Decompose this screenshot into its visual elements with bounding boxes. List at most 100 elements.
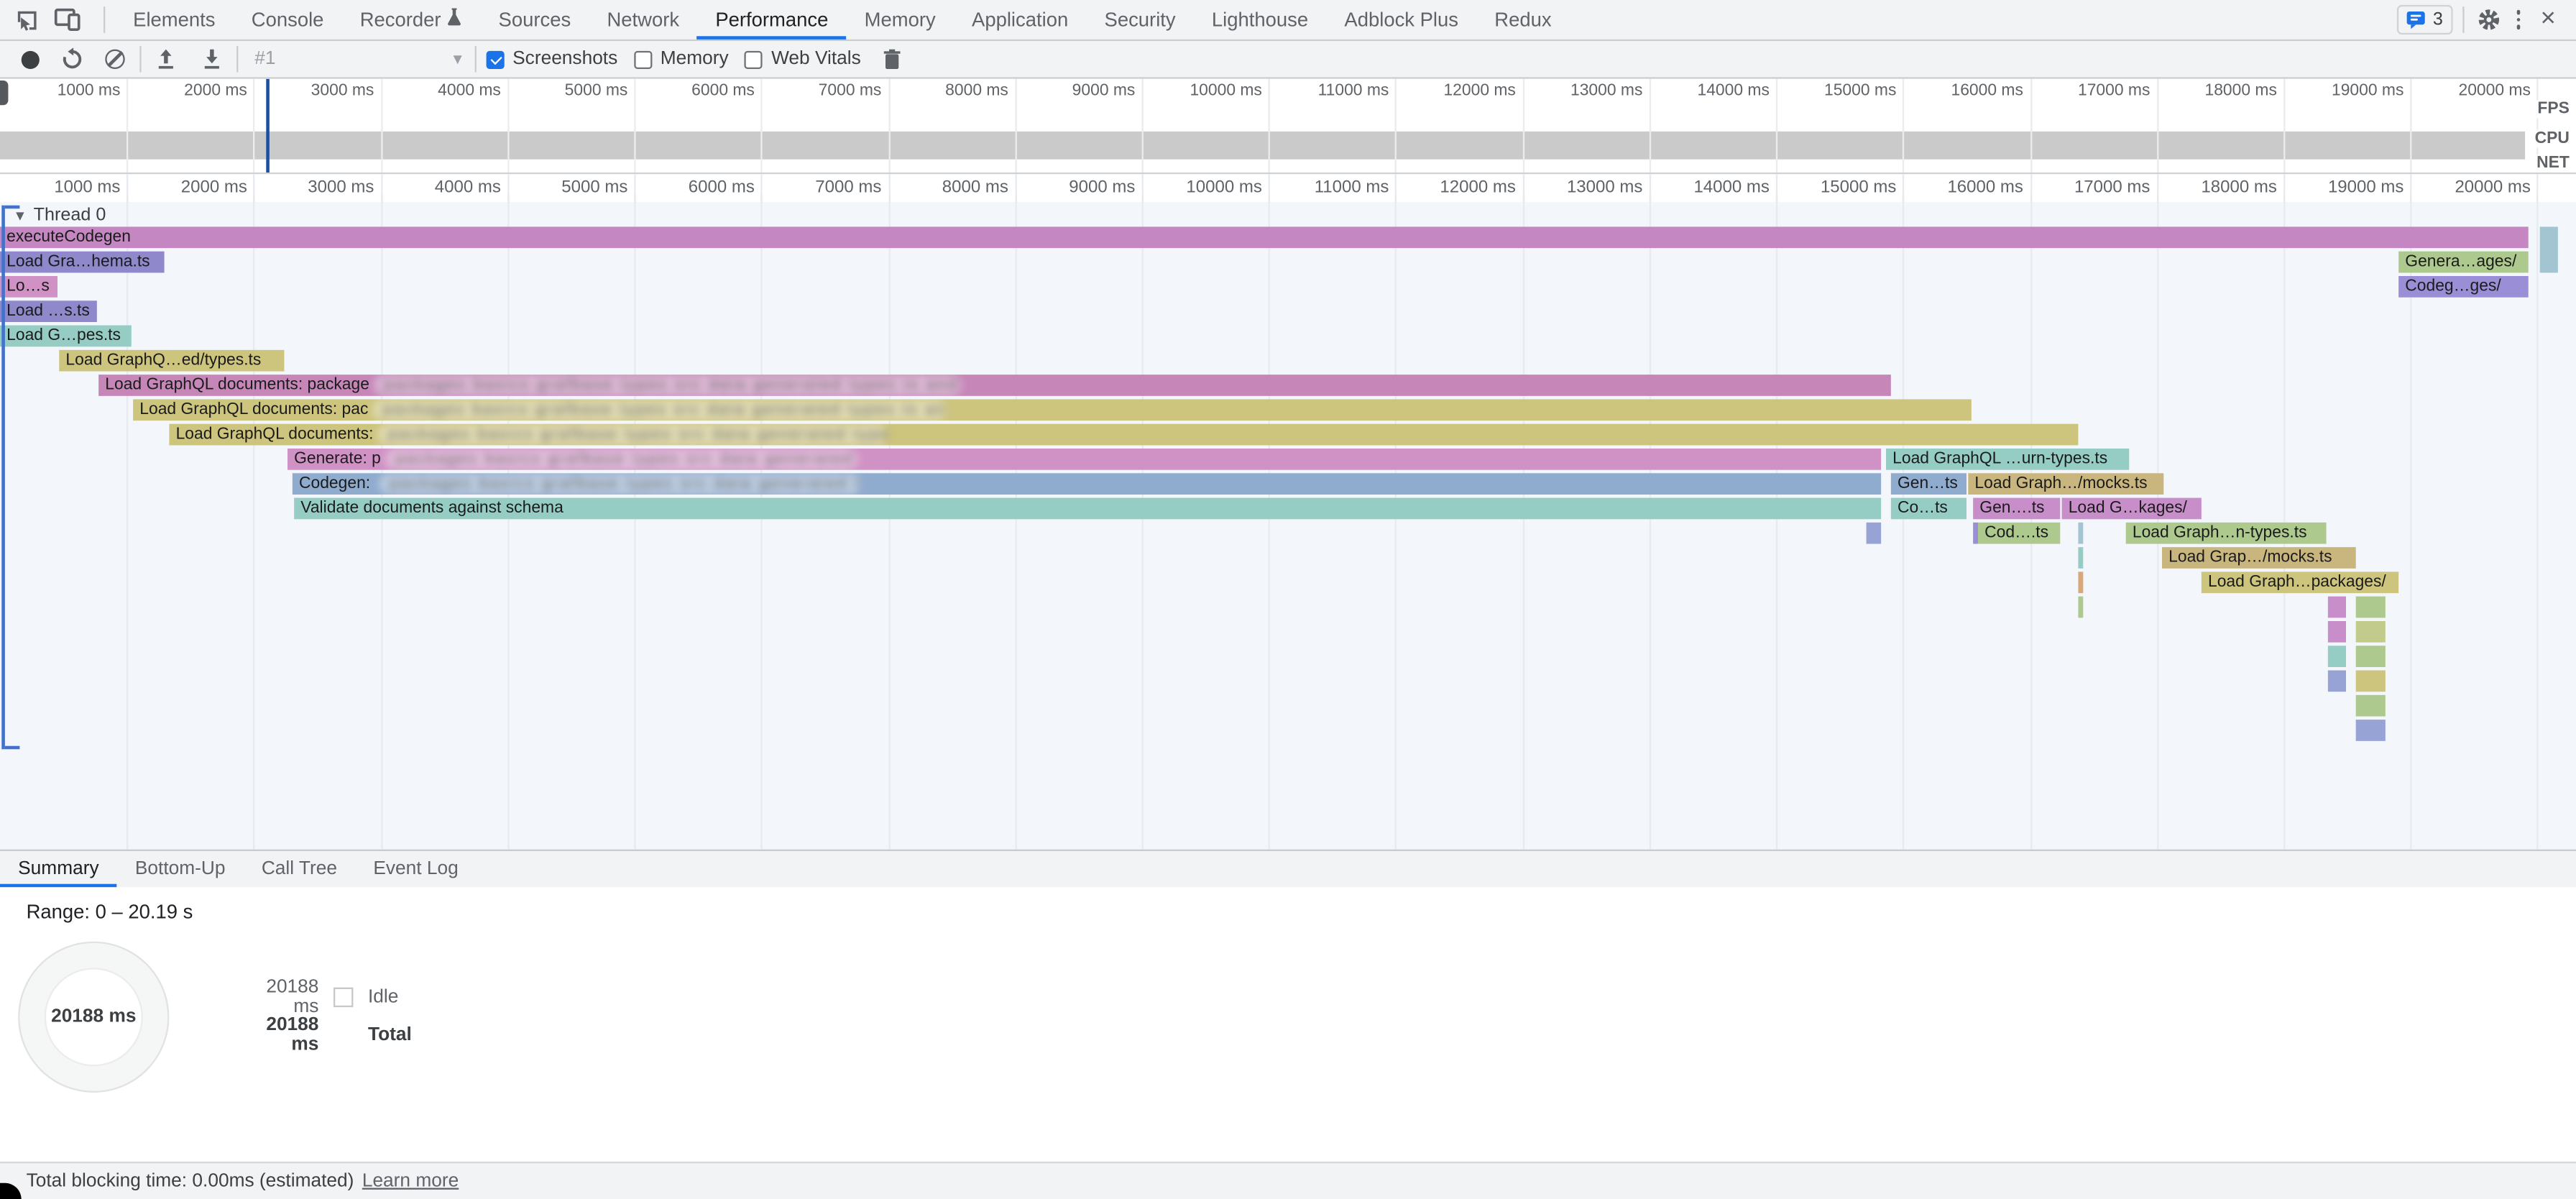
flame-bar-load-graphql-urn-types-ts[interactable]: Load GraphQL …urn-types.ts <box>1886 449 2129 470</box>
flame-bar[interactable] <box>2328 671 2346 692</box>
flame-bar[interactable] <box>2328 646 2346 667</box>
flame-bar-load-grap-mocks-ts[interactable]: Load Grap…/mocks.ts <box>2162 547 2356 569</box>
tab-application[interactable]: Application <box>954 0 1087 40</box>
clear-recording-icon[interactable] <box>100 45 129 74</box>
timeline-overview[interactable]: 1000 ms2000 ms3000 ms4000 ms5000 ms6000 … <box>0 79 2576 175</box>
flame-bar-validate-documents-against-schema[interactable]: Validate documents against schema <box>294 498 1881 520</box>
flame-bar-load-graphql-documents-package[interactable]: Load GraphQL documents: packagepackages … <box>98 375 1891 396</box>
flame-bar-load-g-kages[interactable]: Load G…kages/ <box>2062 498 2202 520</box>
overview-tick-label: 17000 ms <box>2025 82 2150 100</box>
flame-bar[interactable] <box>2356 695 2386 717</box>
close-devtools-icon[interactable]: × <box>2534 5 2563 35</box>
cpu-activity-band <box>0 132 2525 160</box>
flame-bar-co-ts[interactable]: Co…ts <box>1891 498 1966 520</box>
idle-swatch <box>334 988 353 1007</box>
flame-chart-pane[interactable]: 1000 ms2000 ms3000 ms4000 ms5000 ms6000 … <box>0 174 2576 849</box>
redacted-blurred-text: packages basics grafbase types src data … <box>373 399 947 421</box>
flame-bar[interactable] <box>1973 523 1978 544</box>
overview-tick-label: 10000 ms <box>1137 82 1262 100</box>
lane-label-cpu: CPU <box>2533 130 2571 148</box>
flame-bar[interactable] <box>2356 671 2386 692</box>
record-button[interactable] <box>15 45 45 74</box>
more-options-icon[interactable] <box>2503 5 2533 35</box>
tab-label: Recorder <box>360 8 441 31</box>
flame-bar-label: Validate documents against schema <box>300 500 564 518</box>
overview-tick-label: 7000 ms <box>757 82 882 100</box>
bottom-tab-bottom-up[interactable]: Bottom-Up <box>117 851 244 887</box>
tab-recorder[interactable]: Recorder <box>342 0 481 40</box>
tab-elements[interactable]: Elements <box>115 0 234 40</box>
overview-tick-label: 6000 ms <box>630 82 755 100</box>
flame-bar[interactable] <box>2078 571 2082 593</box>
tab-lighthouse[interactable]: Lighthouse <box>1194 0 1327 40</box>
divider <box>475 46 477 73</box>
flame-bar[interactable] <box>2356 621 2386 643</box>
overview-tick-label: 20000 ms <box>2406 82 2531 100</box>
flame-bar-codeg-ges[interactable]: Codeg…ges/ <box>2398 276 2529 298</box>
bottom-tab-event-log[interactable]: Event Log <box>355 851 477 887</box>
flame-bar-generate-p[interactable]: Generate: ppackages basics grafbase type… <box>288 449 1881 470</box>
inspect-element-icon[interactable] <box>12 5 41 35</box>
flame-bar[interactable] <box>2356 646 2386 667</box>
flame-bar-load-graph-packages[interactable]: Load Graph…packages/ <box>2202 571 2398 593</box>
flask-icon <box>448 8 463 31</box>
devtools-right-controls: 3 × <box>2397 5 2576 35</box>
flame-bar-gen-ts[interactable]: Gen…ts <box>1891 473 1966 495</box>
save-profile-icon[interactable] <box>197 45 226 74</box>
track-selection-bracket <box>1 206 23 750</box>
settings-gear-icon[interactable] <box>2474 5 2503 35</box>
flame-bar-load-graphql-documents[interactable]: Load GraphQL documents:packages basics g… <box>169 424 2078 446</box>
flame-bar-codegen[interactable]: Codegen: packages basics grafbase types … <box>293 473 1881 495</box>
flame-bar-load-graphql-documents-pac[interactable]: Load GraphQL documents: pacpackages basi… <box>133 399 1972 421</box>
flame-bar[interactable] <box>2328 597 2346 618</box>
garbage-collect-icon[interactable] <box>878 45 907 74</box>
performance-toolbar: #1 ▼ Screenshots Memory Web Vitals <box>0 41 2576 79</box>
flame-bar-load-graph-n-types-ts[interactable]: Load Graph…n-types.ts <box>2126 523 2327 544</box>
flame-bar-genera-ages[interactable]: Genera…ages/ <box>2398 252 2529 273</box>
legend-row-total: 20188 ms Total <box>240 1024 412 1047</box>
flame-bar[interactable] <box>2078 597 2082 618</box>
learn-more-link[interactable]: Learn more <box>362 1172 459 1191</box>
flame-bar-cod-ts[interactable]: Cod….ts <box>1978 523 2060 544</box>
flame-bar[interactable] <box>2356 720 2386 741</box>
flame-bar[interactable] <box>2078 523 2082 544</box>
flame-bar-load-gra-hema-ts[interactable]: Load Gra…hema.ts <box>0 252 165 273</box>
redacted-blurred-text: packages basics grafbase types src data … <box>374 375 961 396</box>
tab-adblock-plus[interactable]: Adblock Plus <box>1326 0 1476 40</box>
history-dropdown[interactable]: #1 ▼ <box>254 50 465 69</box>
overview-tick-label: 5000 ms <box>503 82 628 100</box>
flame-bar[interactable] <box>1867 523 1882 544</box>
redacted-blurred-text: packages basics grafbase types src data … <box>378 424 888 446</box>
issues-button[interactable]: 3 <box>2397 5 2453 35</box>
web-vitals-checkbox[interactable] <box>745 50 763 68</box>
bottom-tab-summary[interactable]: Summary <box>0 851 117 887</box>
tab-security[interactable]: Security <box>1086 0 1193 40</box>
tab-performance[interactable]: Performance <box>697 0 846 40</box>
tab-console[interactable]: Console <box>234 0 342 40</box>
screenshots-checkbox[interactable] <box>487 50 505 68</box>
bottom-tab-call-tree[interactable]: Call Tree <box>244 851 356 887</box>
flame-bar[interactable] <box>2328 621 2346 643</box>
flame-bar-load-graphq-ed-types-ts[interactable]: Load GraphQ…ed/types.ts <box>59 350 284 372</box>
tab-sources[interactable]: Sources <box>480 0 589 40</box>
tab-label: Lighthouse <box>1212 8 1308 31</box>
flame-bar-gen-ts[interactable]: Gen….ts <box>1973 498 2060 520</box>
flame-bar-load-graph-mocks-ts[interactable]: Load Graph…/mocks.ts <box>1968 473 2163 495</box>
flame-bar-executecodegen[interactable]: executeCodegen <box>0 226 2529 248</box>
device-toolbar-icon[interactable] <box>52 5 82 35</box>
flame-bar-label: Cod….ts <box>1984 524 2048 542</box>
flame-bar-label: Co…ts <box>1898 500 1948 518</box>
flame-bar[interactable] <box>2078 547 2082 569</box>
tab-memory[interactable]: Memory <box>847 0 954 40</box>
reload-and-record-icon[interactable] <box>58 45 87 74</box>
divider <box>236 46 238 73</box>
overview-tick-label: 16000 ms <box>1898 82 2023 100</box>
overview-tick-label: 9000 ms <box>1011 82 1136 100</box>
lane-label-fps: FPS <box>2536 100 2571 118</box>
tab-redux[interactable]: Redux <box>1476 0 1570 40</box>
tab-network[interactable]: Network <box>589 0 697 40</box>
flame-bar[interactable] <box>2356 597 2386 618</box>
memory-checkbox[interactable] <box>634 50 652 68</box>
flame-bar[interactable] <box>2540 226 2558 272</box>
load-profile-icon[interactable] <box>151 45 180 74</box>
